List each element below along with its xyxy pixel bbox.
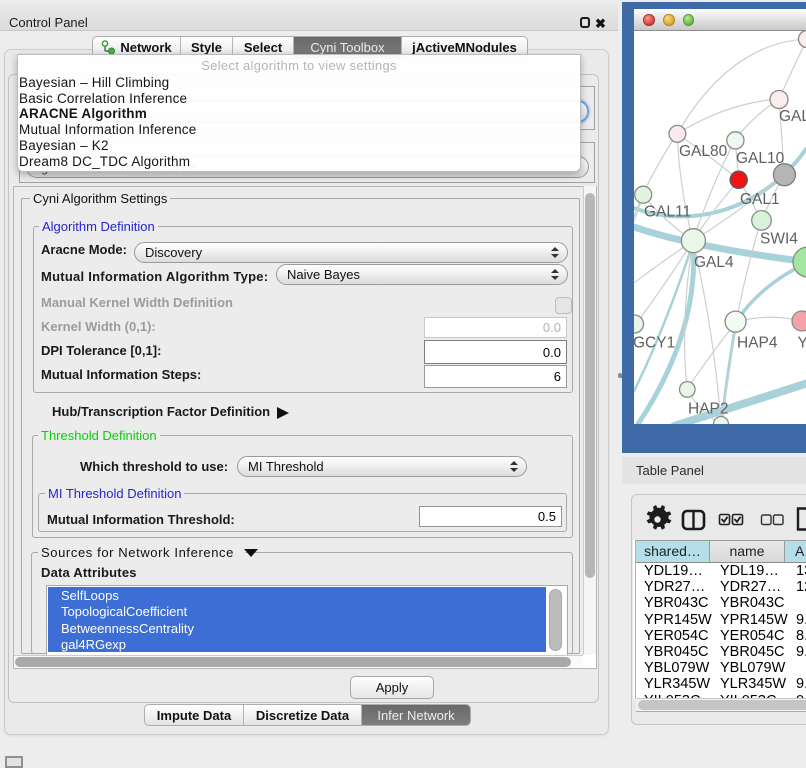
svg-text:HAP2: HAP2 xyxy=(688,401,729,418)
svg-text:Y: Y xyxy=(798,335,806,352)
svg-text:GAL2: GAL2 xyxy=(779,108,806,125)
svg-text:GAL10: GAL10 xyxy=(736,150,785,167)
svg-text:SWI4: SWI4 xyxy=(760,231,798,248)
svg-text:GAL80: GAL80 xyxy=(679,143,728,160)
svg-text:GAL1: GAL1 xyxy=(740,191,780,208)
svg-text:GAL4: GAL4 xyxy=(694,254,734,271)
svg-text:GCY1: GCY1 xyxy=(634,335,675,352)
svg-text:GAL11: GAL11 xyxy=(644,204,691,221)
svg-text:HAP4: HAP4 xyxy=(737,335,778,352)
